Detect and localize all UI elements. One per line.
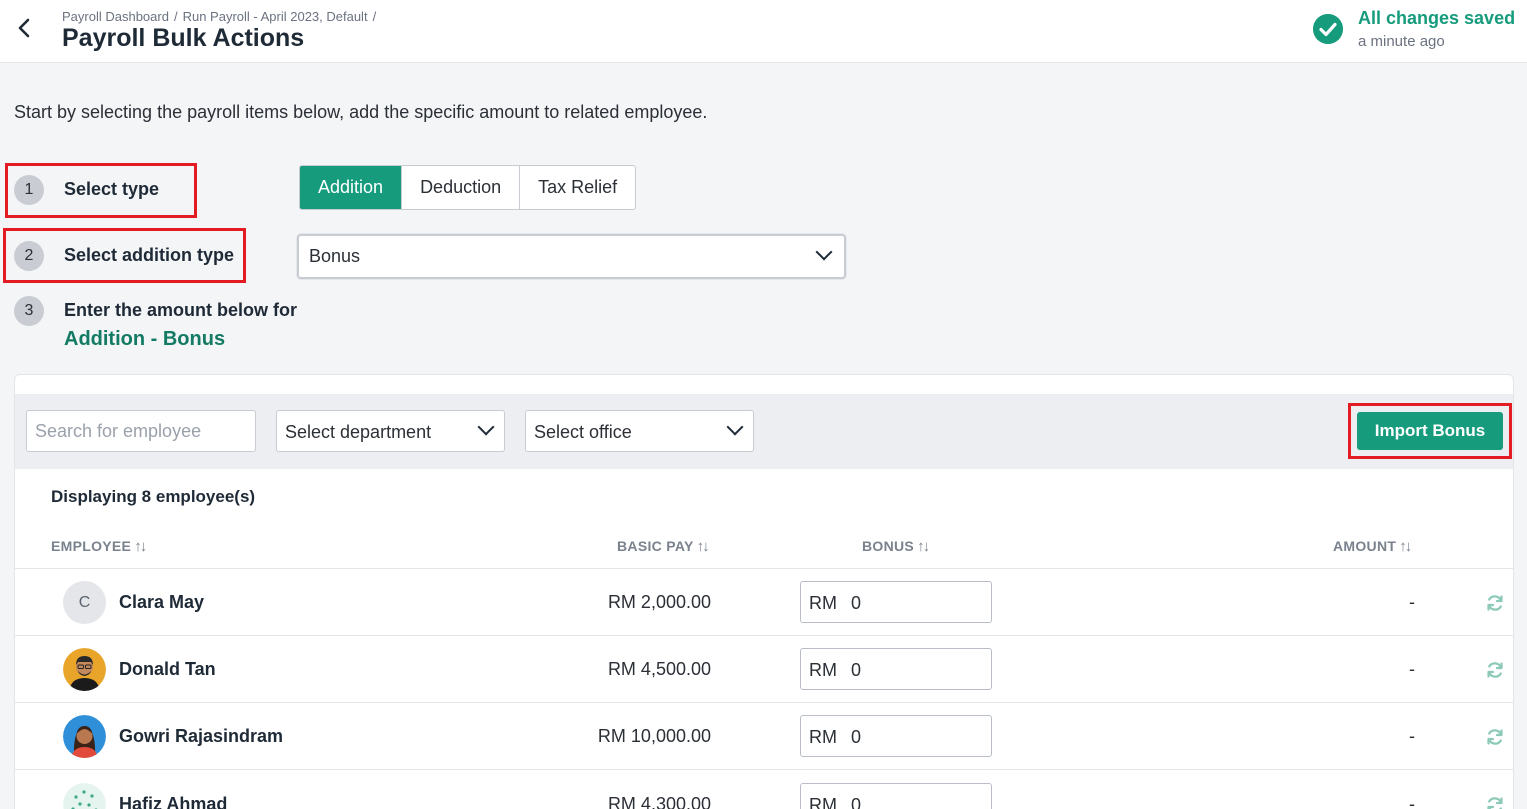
check-circle-icon [1313,14,1343,44]
tab-addition[interactable]: Addition [300,166,403,209]
column-header-label: BONUS [862,538,915,554]
page-header: Payroll Dashboard / Run Payroll - April 20… [0,0,1527,63]
table-row: Hafiz Ahmad RM 4,300.00 RM 0 - [15,771,1513,809]
tab-deduction[interactable]: Deduction [402,166,521,209]
currency-label: RM [809,660,837,680]
amount-value: - [1409,659,1415,679]
step-label: Enter the amount below for [64,300,298,320]
avatar [63,648,106,691]
basic-pay: RM 4,500.00 [607,659,711,679]
bonus-input[interactable]: RM 0 [800,648,992,690]
employee-name: Gowri Rajasindram [119,726,284,746]
breadcrumb: Payroll Dashboard / Run Payroll - April 20… [62,9,377,24]
bonus-input[interactable]: RM 0 [800,581,992,623]
highlight-box-import [1348,403,1512,459]
breadcrumb-payroll-dashboard[interactable]: Payroll Dashboard [62,9,169,24]
employee-search-input[interactable] [26,410,256,452]
filter-bar: Select department Select office Import B… [15,394,1513,469]
column-header-basic-pay[interactable]: BASIC PAY ↑↓ [617,538,710,555]
addition-type-value: Bonus [309,246,361,266]
refresh-icon[interactable] [1485,727,1505,747]
intro-text: Start by selecting the payroll items bel… [14,102,708,122]
save-status-text: All changes saved [1358,8,1516,28]
chevron-down-icon [477,418,495,436]
step-number: 3 [14,296,44,326]
sort-icon: ↑↓ [696,538,710,555]
refresh-icon[interactable] [1485,660,1505,680]
chevron-down-icon [815,243,833,261]
table-row: C Clara May RM 2,000.00 RM 0 - [15,569,1513,636]
basic-pay: RM 10,000.00 [597,726,711,746]
bonus-value: 0 [851,660,862,680]
page-title: Payroll Bulk Actions [62,24,305,52]
employee-card: Select department Select office Import B… [14,374,1514,809]
bonus-input[interactable]: RM 0 [800,715,992,757]
employee-count: Displaying 8 employee(s) [51,487,256,506]
highlight-box-select-type [5,163,197,218]
breadcrumb-run-payroll[interactable]: Run Payroll - April 2023, Default [183,9,368,24]
column-header-bonus[interactable]: BONUS ↑↓ [862,538,930,555]
avatar [63,715,106,758]
sort-icon: ↑↓ [134,538,147,555]
save-status: All changes saved a minute ago [1313,8,1523,56]
column-header-label: EMPLOYEE [51,538,132,554]
amount-value: - [1409,794,1415,809]
sort-icon: ↑↓ [917,538,930,555]
chevron-down-icon [726,418,744,436]
office-select-value: Select office [534,422,632,442]
back-arrow-icon[interactable] [14,16,34,40]
bonus-input[interactable]: RM 0 [800,783,992,809]
refresh-icon[interactable] [1485,593,1505,613]
bonus-value: 0 [851,727,862,747]
bonus-value: 0 [851,795,862,809]
refresh-icon[interactable] [1485,795,1505,809]
office-select[interactable]: Select office [525,410,754,452]
addition-type-select[interactable]: Bonus [297,234,846,279]
payroll-type-tabs: Addition Deduction Tax Relief [299,165,637,210]
bonus-value: 0 [851,593,862,613]
avatar: C [63,581,106,624]
employee-name: Donald Tan [119,659,216,679]
basic-pay: RM 4,300.00 [607,794,711,809]
amount-value: - [1409,592,1415,612]
employee-name: Clara May [119,592,205,612]
column-header-label: BASIC PAY [617,538,694,554]
sort-icon: ↑↓ [1399,538,1412,555]
currency-label: RM [809,727,837,747]
currency-label: RM [809,795,837,809]
save-status-time: a minute ago [1358,33,1445,50]
selected-payroll-item: Addition - Bonus [64,328,226,350]
department-select-value: Select department [285,422,432,442]
basic-pay: RM 2,000.00 [607,592,711,612]
avatar [63,783,106,809]
employee-name: Hafiz Ahmad [119,794,228,809]
column-header-employee[interactable]: EMPLOYEE ↑↓ [51,538,147,555]
table-row: Donald Tan RM 4,500.00 RM 0 - [15,636,1513,703]
department-select[interactable]: Select department [276,410,505,452]
highlight-box-addition-type [3,228,246,283]
table-row: Gowri Rajasindram RM 10,000.00 RM 0 - [15,703,1513,770]
currency-label: RM [809,593,837,613]
column-header-label: AMOUNT [1333,538,1397,554]
amount-value: - [1409,726,1415,746]
tab-tax-relief[interactable]: Tax Relief [520,166,635,209]
column-header-amount[interactable]: AMOUNT ↑↓ [1333,538,1412,555]
